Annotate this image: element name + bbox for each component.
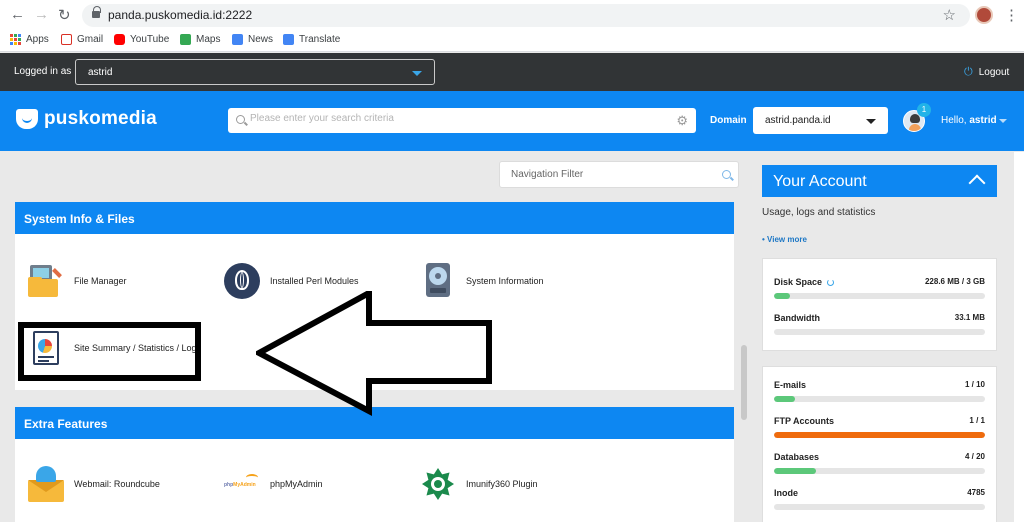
notification-badge[interactable]: 1 [917,103,931,117]
phpmyadmin-icon: phpMyAdmin [224,466,260,502]
gear-icon[interactable]: ⚙ [676,113,688,129]
bookmark-apps[interactable]: Apps [10,34,49,45]
gmail-icon [61,34,72,45]
bookmark-gmail[interactable]: Gmail [61,34,103,45]
main-scrollbar[interactable] [740,155,748,522]
roundcube-icon [28,466,64,502]
perl-onion-icon [224,263,260,299]
usage-card-disk: Disk Space 228.6 MB / 3 GB Bandwidth 33.… [762,258,997,351]
translate-icon [283,34,294,45]
tile-file-manager[interactable]: File Manager [28,263,127,299]
annotation-highlight-box [18,322,201,381]
tile-webmail-roundcube[interactable]: Webmail: Roundcube [28,466,160,502]
news-icon [232,34,243,45]
progress-bar [774,293,985,299]
bookmark-translate[interactable]: Translate [283,34,340,45]
tile-imunify360-plugin[interactable]: Imunify360 Plugin [420,466,538,502]
page-right-gutter [1014,152,1024,522]
bookmark-youtube[interactable]: YouTube [114,34,169,45]
account-subtitle: Usage, logs and statistics [762,207,876,218]
logged-in-bar: Logged in as astrid ⏻ Logout [0,53,1024,91]
tile-phpmyadmin[interactable]: phpMyAdmin phpMyAdmin [224,466,323,502]
app-header: puskomedia ⚙ Domain astrid.panda.id 1 He… [0,91,1024,151]
usage-card-resources: E-mails 1 / 10 FTP Accounts 1 / 1 Databa… [762,366,997,522]
bookmark-star-icon[interactable]: ☆ [943,6,956,24]
progress-fill [774,432,985,438]
tile-label: File Manager [74,276,127,286]
tile-label: Installed Perl Modules [270,276,359,286]
profile-avatar[interactable] [975,6,993,24]
maps-icon [180,34,191,45]
progress-bar [774,396,985,402]
apps-grid-icon [10,34,21,45]
chevron-up-icon[interactable] [968,174,986,192]
annotation-arrow [256,291,492,416]
search-icon [236,115,245,124]
address-bar[interactable]: panda.puskomedia.id:2222 ☆ [82,4,970,27]
imunify360-icon [420,466,456,502]
lock-icon [92,6,101,20]
tile-label: System Information [466,276,544,286]
refresh-icon[interactable] [827,279,835,287]
bookmark-maps[interactable]: Maps [180,34,220,45]
chevron-down-icon[interactable] [999,119,1007,123]
tile-label: Webmail: Roundcube [74,479,160,489]
chevron-down-icon [412,71,422,76]
navigation-filter-input[interactable] [511,169,711,180]
search-icon [722,170,731,179]
domain-select[interactable]: astrid.panda.id [753,107,888,134]
logo-icon [16,109,38,129]
your-account-title: Your Account [773,173,867,190]
main-scrollbar-thumb[interactable] [741,345,747,420]
search-input[interactable] [250,113,670,124]
navigation-filter [499,161,739,188]
user-select-value: astrid [88,67,113,78]
your-account-header[interactable]: Your Account [762,165,997,197]
chevron-down-icon [866,119,876,124]
progress-bar [774,432,985,438]
browser-menu-icon[interactable]: ⋮ [1004,6,1019,24]
reload-icon[interactable]: ↻ [58,6,71,24]
bookmark-news[interactable]: News [232,34,273,45]
progress-bar [774,468,985,474]
brand-logo[interactable]: puskomedia [16,108,157,130]
browser-toolbar: ← → ↻ panda.puskomedia.id:2222 ☆ ⋮ [0,0,1024,30]
progress-bar [774,504,985,510]
progress-bar [774,329,985,335]
user-select[interactable]: astrid [75,59,435,85]
progress-fill [774,396,796,402]
youtube-icon [114,34,125,45]
file-manager-icon [28,263,64,299]
logout-button[interactable]: ⏻ Logout [964,66,1009,79]
progress-fill [774,468,817,474]
tile-label: Imunify360 Plugin [466,479,538,489]
progress-fill [774,293,790,299]
back-arrow-icon[interactable]: ← [10,6,25,23]
section-header-system-info[interactable]: System Info & Files [15,202,734,234]
view-more-link[interactable]: • View more [762,235,807,244]
user-menu[interactable]: Hello, astrid [941,115,997,126]
forward-arrow-icon[interactable]: → [34,6,49,23]
url-text: panda.puskomedia.id:2222 [108,8,253,22]
tile-label: phpMyAdmin [270,479,323,489]
domain-label: Domain [710,115,747,126]
power-icon: ⏻ [964,66,973,78]
logged-in-label: Logged in as [14,66,72,77]
domain-select-value: astrid.panda.id [765,115,831,126]
global-search: ⚙ [228,108,696,133]
section-body-extra-features: Webmail: Roundcube phpMyAdmin phpMyAdmin… [15,439,734,522]
bookmarks-bar: Apps Gmail YouTube Maps News Translate [0,30,1024,52]
